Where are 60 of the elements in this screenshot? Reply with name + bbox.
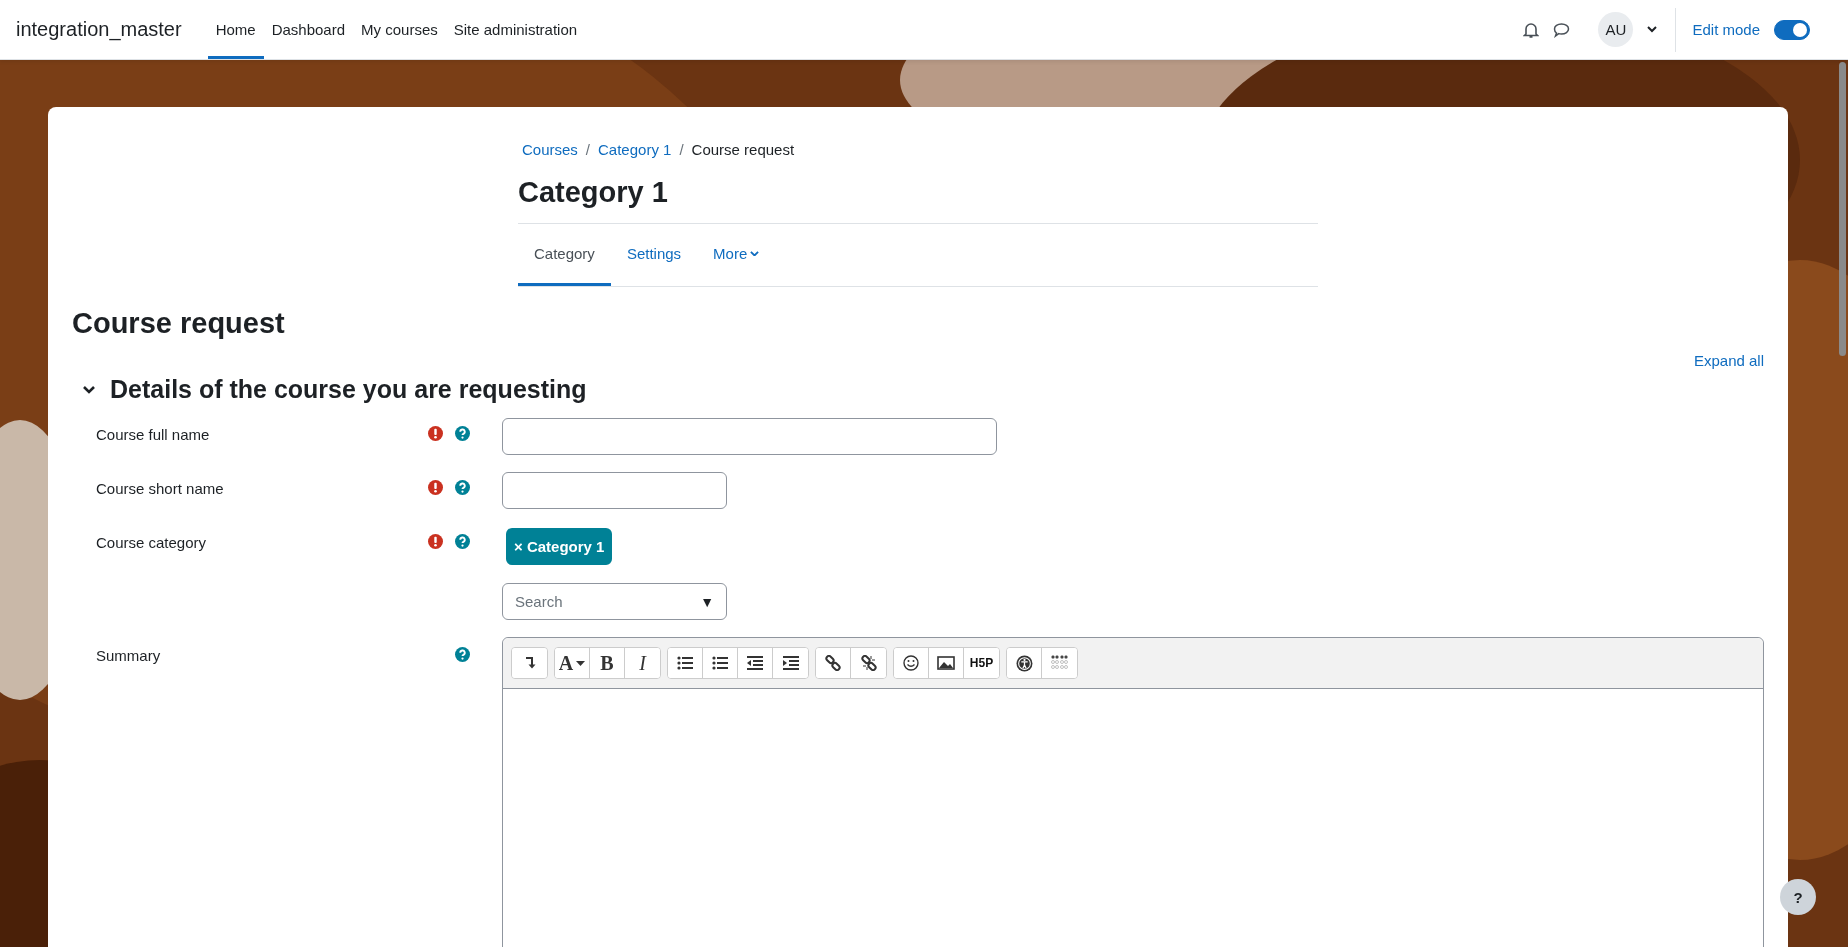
section-title: Details of the course you are requesting xyxy=(110,375,587,404)
bullet-list-icon xyxy=(677,656,693,670)
indent-icon xyxy=(782,656,799,670)
field-label: Course full name xyxy=(96,426,211,445)
chat-icon[interactable] xyxy=(1553,21,1571,38)
bullets-button[interactable] xyxy=(668,648,703,678)
unlink-icon xyxy=(860,655,877,671)
font-button[interactable]: A xyxy=(555,648,590,678)
text-field[interactable] xyxy=(502,418,997,455)
breadcrumb-link[interactable]: Courses xyxy=(522,141,578,158)
field-label: Course category xyxy=(96,534,208,553)
breadcrumb-current: Course request xyxy=(691,141,795,158)
search-field[interactable]: Search xyxy=(515,593,575,610)
caret-icon xyxy=(576,660,586,666)
chevron-down-icon xyxy=(750,250,760,257)
tab[interactable]: Category xyxy=(518,224,611,286)
arrow-icon xyxy=(523,656,536,670)
help-icon[interactable] xyxy=(455,647,470,662)
breadcrumb-separator: / xyxy=(679,141,684,158)
image-icon xyxy=(937,656,955,670)
field-label: Course short name xyxy=(96,480,225,499)
bell-icon[interactable] xyxy=(1523,20,1540,39)
edit-mode-toggle[interactable] xyxy=(1774,19,1810,40)
link-button[interactable] xyxy=(816,648,851,678)
chevron-down-icon[interactable] xyxy=(82,384,96,395)
edit-mode-label: Edit mode xyxy=(1692,21,1760,38)
help-icon[interactable] xyxy=(455,480,470,495)
accessibility-button[interactable] xyxy=(1007,648,1042,678)
breadcrumb-separator: / xyxy=(585,141,591,158)
emoji-button[interactable] xyxy=(894,648,929,678)
link-icon xyxy=(825,655,841,671)
help-icon[interactable] xyxy=(455,534,470,549)
page-heading: Course request xyxy=(72,307,286,340)
nav-link[interactable]: Site administration xyxy=(445,0,586,59)
outdent-icon xyxy=(747,656,763,670)
breadcrumb-link[interactable]: Category 1 xyxy=(598,141,672,158)
site-name[interactable]: integration_master xyxy=(16,18,182,41)
nav-link[interactable]: My courses xyxy=(353,0,446,59)
category-tag[interactable]: × Category 1 xyxy=(506,528,613,565)
field-label: Summary xyxy=(96,647,162,666)
required-icon xyxy=(428,534,443,549)
braille-icon xyxy=(1050,655,1069,671)
required-icon xyxy=(428,426,443,441)
nav-link[interactable]: Dashboard xyxy=(263,0,354,59)
collapse-button[interactable] xyxy=(512,648,547,678)
tab[interactable]: More xyxy=(697,224,776,286)
scrollbar[interactable] xyxy=(1839,62,1846,356)
expand-all-link[interactable]: Expand all xyxy=(1693,352,1764,369)
rich-text-editor[interactable]: A B I H5P xyxy=(502,637,1764,947)
accessibility-icon xyxy=(1015,654,1033,672)
help-icon[interactable] xyxy=(455,426,470,441)
smiley-icon xyxy=(903,655,919,671)
search-dropdown[interactable]: Search ▼ xyxy=(502,583,727,620)
text-field[interactable] xyxy=(502,472,727,509)
required-icon xyxy=(428,480,443,495)
user-avatar[interactable]: AU xyxy=(1598,12,1634,47)
nav-link[interactable]: Home xyxy=(207,0,264,59)
page-title: Category 1 xyxy=(518,176,1318,224)
tab[interactable]: Settings xyxy=(610,224,698,286)
chevron-down-icon xyxy=(1647,26,1658,33)
